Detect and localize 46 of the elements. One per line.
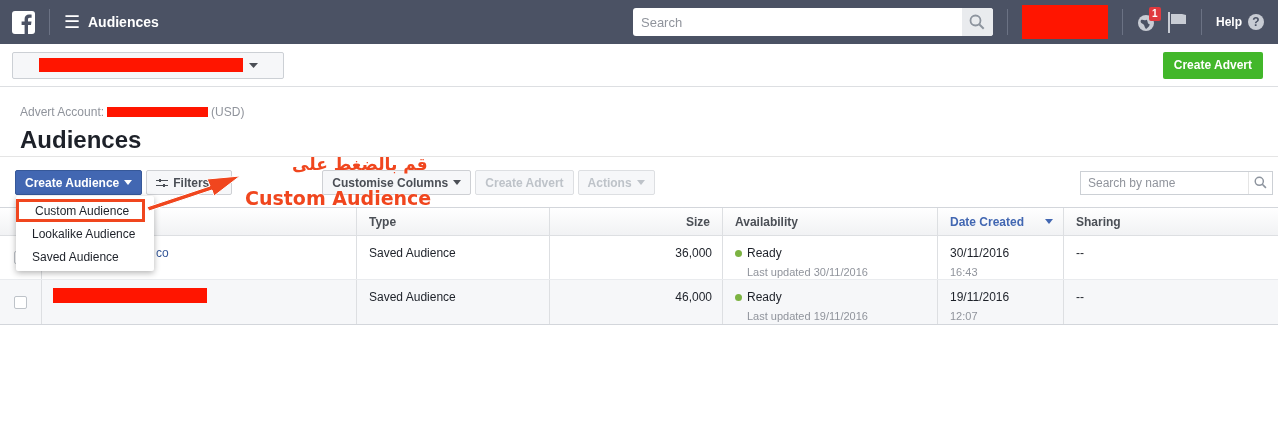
column-header[interactable]: Availability [735,212,798,231]
table-cell: 36,000 [675,246,712,260]
menu-item[interactable]: Saved Audience [16,245,154,268]
help-link[interactable]: Help [1216,13,1242,31]
menu-icon[interactable]: ☰ [64,13,80,31]
sort-caret-icon[interactable] [1045,219,1053,224]
column-header[interactable]: Type [369,212,397,231]
date-text: 19/11/2016 [950,289,1010,306]
status-text: Ready [747,245,782,262]
time-text: 12:07 [950,309,978,324]
caret-icon [249,62,258,68]
search-icon[interactable] [969,14,986,30]
table-cell: Saved Audience [369,246,456,260]
table-cell: 46,000 [675,290,712,304]
table-cell: Saved Audience [369,290,456,304]
audience-name-link[interactable]: co [156,246,169,260]
search-field[interactable]: Search by name [1081,171,1248,194]
notification-badge: 1 [1149,7,1161,21]
date-text: 30/11/2016 [950,245,1010,262]
help-icon[interactable]: ? [1248,14,1264,30]
caret-icon [453,180,462,185]
currency-label: (USD) [211,104,245,121]
toolbar-button[interactable]: Create Audience [15,170,143,195]
account-dropdown[interactable] [12,51,284,79]
time-text: 16:43 [950,265,978,280]
table-cell: -- [1076,290,1084,304]
account-label: Advert Account: [20,104,105,121]
last-updated-text: Last updated 19/11/2016 [746,309,868,324]
column-header[interactable]: Size [686,212,710,231]
page-title: Audiences [88,12,159,32]
sliders-icon [156,177,169,188]
caret-icon [636,180,645,185]
page-heading: Audiences [20,125,142,155]
search-field[interactable]: Search by name [1080,170,1273,195]
caret-icon [124,180,133,185]
table-cell: -- [1076,246,1084,260]
app-logo[interactable] [12,10,35,34]
status-text: Ready [747,289,782,306]
column-header[interactable]: Date Created [950,212,1025,231]
column-header[interactable]: Sharing [1076,212,1121,231]
last-updated-text: Last updated 30/11/2016 [746,265,868,280]
menu-item[interactable]: Lookalike Audience [16,222,154,245]
menu-item[interactable]: Custom Audience [16,199,145,222]
checkbox[interactable] [14,295,27,309]
flag-icon[interactable] [1167,10,1187,34]
search-icon[interactable] [1254,176,1267,189]
